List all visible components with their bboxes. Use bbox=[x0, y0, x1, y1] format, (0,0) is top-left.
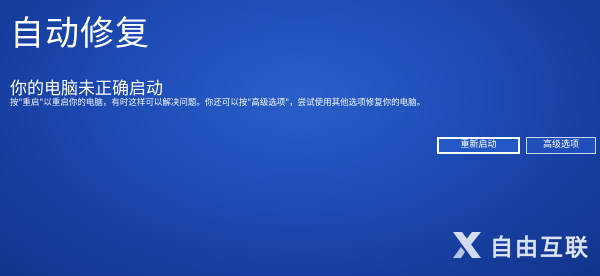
x-logo-icon bbox=[453, 232, 481, 258]
error-message: 按"重启"以重启你的电脑，有时这样可以解决问题。你还可以按"高级选项"，尝试使用… bbox=[10, 98, 426, 108]
restart-button[interactable]: 重新启动 bbox=[437, 137, 520, 154]
watermark-text: 自由互联 bbox=[490, 235, 590, 261]
page-title: 自动修复 bbox=[10, 14, 150, 54]
watermark: 自由互联 bbox=[450, 228, 590, 262]
advanced-options-button[interactable]: 高级选项 bbox=[526, 137, 596, 154]
automatic-repair-screen: 自动修复 你的电脑未正确启动 按"重启"以重启你的电脑，有时这样可以解决问题。你… bbox=[0, 0, 600, 276]
